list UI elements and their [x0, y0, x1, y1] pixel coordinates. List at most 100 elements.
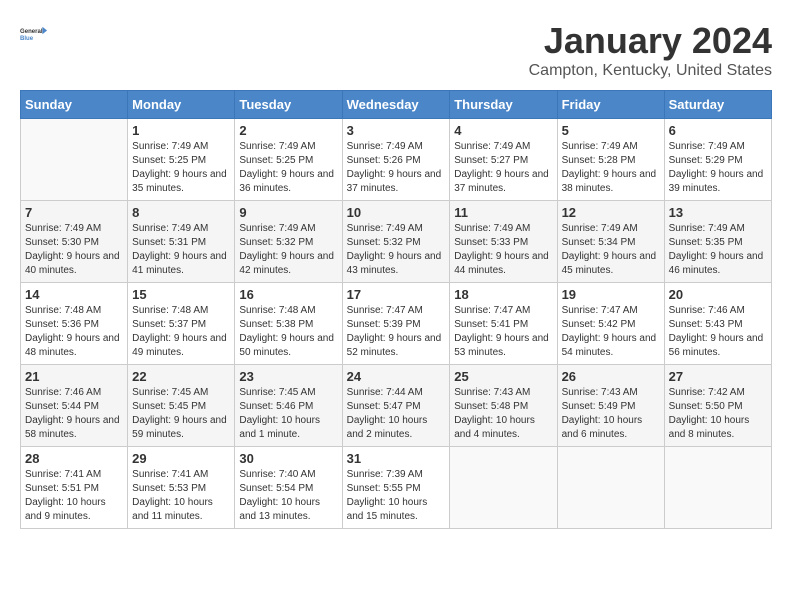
calendar-cell: 6 Sunrise: 7:49 AM Sunset: 5:29 PM Dayli… — [664, 119, 771, 201]
calendar-cell: 8 Sunrise: 7:49 AM Sunset: 5:31 PM Dayli… — [128, 201, 235, 283]
day-daylight: Daylight: 9 hours and 49 minutes. — [132, 333, 227, 358]
calendar-cell: 2 Sunrise: 7:49 AM Sunset: 5:25 PM Dayli… — [235, 119, 342, 201]
day-number: 7 — [25, 205, 123, 220]
calendar-cell: 23 Sunrise: 7:45 AM Sunset: 5:46 PM Dayl… — [235, 365, 342, 447]
day-sunrise: Sunrise: 7:47 AM — [562, 305, 638, 316]
day-sunrise: Sunrise: 7:45 AM — [132, 387, 208, 398]
col-thursday: Thursday — [450, 91, 557, 119]
day-sunrise: Sunrise: 7:48 AM — [132, 305, 208, 316]
day-sunrise: Sunrise: 7:44 AM — [347, 387, 423, 398]
day-daylight: Daylight: 9 hours and 39 minutes. — [669, 169, 764, 194]
day-daylight: Daylight: 9 hours and 37 minutes. — [347, 169, 442, 194]
day-sunset: Sunset: 5:29 PM — [669, 155, 743, 166]
col-wednesday: Wednesday — [342, 91, 450, 119]
col-tuesday: Tuesday — [235, 91, 342, 119]
calendar-cell: 25 Sunrise: 7:43 AM Sunset: 5:48 PM Dayl… — [450, 365, 557, 447]
day-daylight: Daylight: 9 hours and 38 minutes. — [562, 169, 657, 194]
day-sunrise: Sunrise: 7:49 AM — [562, 141, 638, 152]
day-sunrise: Sunrise: 7:41 AM — [25, 469, 101, 480]
day-sunset: Sunset: 5:25 PM — [239, 155, 313, 166]
day-sunrise: Sunrise: 7:48 AM — [25, 305, 101, 316]
day-number: 27 — [669, 369, 767, 384]
week-row-1: 1 Sunrise: 7:49 AM Sunset: 5:25 PM Dayli… — [21, 119, 772, 201]
day-daylight: Daylight: 9 hours and 36 minutes. — [239, 169, 334, 194]
day-daylight: Daylight: 9 hours and 42 minutes. — [239, 251, 334, 276]
day-sunrise: Sunrise: 7:40 AM — [239, 469, 315, 480]
day-sunrise: Sunrise: 7:45 AM — [239, 387, 315, 398]
col-sunday: Sunday — [21, 91, 128, 119]
day-number: 11 — [454, 205, 552, 220]
day-sunset: Sunset: 5:48 PM — [454, 401, 528, 412]
calendar-cell: 19 Sunrise: 7:47 AM Sunset: 5:42 PM Dayl… — [557, 283, 664, 365]
day-sunrise: Sunrise: 7:49 AM — [347, 223, 423, 234]
day-number: 13 — [669, 205, 767, 220]
day-sunset: Sunset: 5:32 PM — [347, 237, 421, 248]
day-number: 6 — [669, 123, 767, 138]
day-sunrise: Sunrise: 7:49 AM — [132, 141, 208, 152]
calendar-cell: 7 Sunrise: 7:49 AM Sunset: 5:30 PM Dayli… — [21, 201, 128, 283]
day-number: 9 — [239, 205, 337, 220]
title-section: January 2024 Campton, Kentucky, United S… — [529, 20, 772, 80]
day-number: 25 — [454, 369, 552, 384]
day-sunrise: Sunrise: 7:41 AM — [132, 469, 208, 480]
calendar-subtitle: Campton, Kentucky, United States — [529, 62, 772, 80]
day-sunrise: Sunrise: 7:49 AM — [25, 223, 101, 234]
day-sunrise: Sunrise: 7:47 AM — [347, 305, 423, 316]
day-daylight: Daylight: 9 hours and 48 minutes. — [25, 333, 120, 358]
day-number: 24 — [347, 369, 446, 384]
day-daylight: Daylight: 9 hours and 50 minutes. — [239, 333, 334, 358]
col-friday: Friday — [557, 91, 664, 119]
calendar-cell: 28 Sunrise: 7:41 AM Sunset: 5:51 PM Dayl… — [21, 447, 128, 529]
day-sunset: Sunset: 5:41 PM — [454, 319, 528, 330]
day-sunrise: Sunrise: 7:49 AM — [132, 223, 208, 234]
day-number: 15 — [132, 287, 230, 302]
day-number: 17 — [347, 287, 446, 302]
day-number: 8 — [132, 205, 230, 220]
day-sunset: Sunset: 5:35 PM — [669, 237, 743, 248]
day-number: 10 — [347, 205, 446, 220]
day-sunrise: Sunrise: 7:46 AM — [669, 305, 745, 316]
day-sunrise: Sunrise: 7:49 AM — [454, 141, 530, 152]
day-sunrise: Sunrise: 7:43 AM — [454, 387, 530, 398]
calendar-table: Sunday Monday Tuesday Wednesday Thursday… — [20, 90, 772, 529]
day-daylight: Daylight: 9 hours and 37 minutes. — [454, 169, 549, 194]
day-daylight: Daylight: 10 hours and 6 minutes. — [562, 415, 643, 440]
calendar-cell: 9 Sunrise: 7:49 AM Sunset: 5:32 PM Dayli… — [235, 201, 342, 283]
calendar-cell: 14 Sunrise: 7:48 AM Sunset: 5:36 PM Dayl… — [21, 283, 128, 365]
day-number: 2 — [239, 123, 337, 138]
calendar-cell: 12 Sunrise: 7:49 AM Sunset: 5:34 PM Dayl… — [557, 201, 664, 283]
day-sunset: Sunset: 5:32 PM — [239, 237, 313, 248]
day-sunset: Sunset: 5:37 PM — [132, 319, 206, 330]
calendar-cell: 24 Sunrise: 7:44 AM Sunset: 5:47 PM Dayl… — [342, 365, 450, 447]
day-sunset: Sunset: 5:49 PM — [562, 401, 636, 412]
calendar-title: January 2024 — [529, 20, 772, 62]
calendar-cell: 18 Sunrise: 7:47 AM Sunset: 5:41 PM Dayl… — [450, 283, 557, 365]
logo: GeneralBlue — [20, 20, 48, 48]
calendar-cell — [21, 119, 128, 201]
calendar-cell: 20 Sunrise: 7:46 AM Sunset: 5:43 PM Dayl… — [664, 283, 771, 365]
day-daylight: Daylight: 9 hours and 44 minutes. — [454, 251, 549, 276]
day-sunset: Sunset: 5:26 PM — [347, 155, 421, 166]
day-daylight: Daylight: 10 hours and 13 minutes. — [239, 497, 320, 522]
day-sunset: Sunset: 5:54 PM — [239, 483, 313, 494]
day-daylight: Daylight: 9 hours and 54 minutes. — [562, 333, 657, 358]
day-number: 1 — [132, 123, 230, 138]
day-number: 16 — [239, 287, 337, 302]
header: GeneralBlue January 2024 Campton, Kentuc… — [20, 20, 772, 80]
day-sunset: Sunset: 5:27 PM — [454, 155, 528, 166]
calendar-cell: 16 Sunrise: 7:48 AM Sunset: 5:38 PM Dayl… — [235, 283, 342, 365]
week-row-2: 7 Sunrise: 7:49 AM Sunset: 5:30 PM Dayli… — [21, 201, 772, 283]
day-sunset: Sunset: 5:38 PM — [239, 319, 313, 330]
day-sunrise: Sunrise: 7:49 AM — [454, 223, 530, 234]
day-daylight: Daylight: 10 hours and 8 minutes. — [669, 415, 750, 440]
day-sunset: Sunset: 5:39 PM — [347, 319, 421, 330]
day-sunrise: Sunrise: 7:43 AM — [562, 387, 638, 398]
day-sunset: Sunset: 5:33 PM — [454, 237, 528, 248]
day-number: 19 — [562, 287, 660, 302]
day-daylight: Daylight: 9 hours and 40 minutes. — [25, 251, 120, 276]
day-sunset: Sunset: 5:31 PM — [132, 237, 206, 248]
calendar-cell: 13 Sunrise: 7:49 AM Sunset: 5:35 PM Dayl… — [664, 201, 771, 283]
calendar-cell: 11 Sunrise: 7:49 AM Sunset: 5:33 PM Dayl… — [450, 201, 557, 283]
day-daylight: Daylight: 10 hours and 2 minutes. — [347, 415, 428, 440]
calendar-cell: 22 Sunrise: 7:45 AM Sunset: 5:45 PM Dayl… — [128, 365, 235, 447]
